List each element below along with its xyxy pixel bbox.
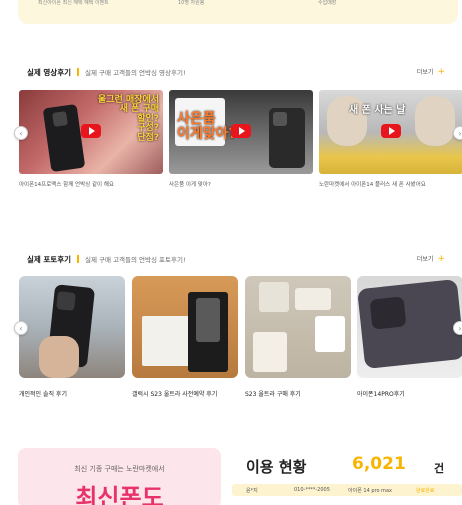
plus-icon: + [437, 253, 445, 264]
video-overlay-text: 사은품 이게맞아? [177, 111, 237, 142]
stats-title: 이용 현황 [246, 458, 307, 476]
camera-image [273, 112, 287, 126]
camera-image [369, 296, 407, 330]
video-section-title: 실제 영상후기 [27, 67, 72, 77]
stats-count: 6,021 [352, 454, 406, 474]
photo-card[interactable] [357, 276, 462, 378]
title-divider [77, 68, 80, 76]
more-label: 더보기 [416, 69, 434, 76]
carousel-next-icon[interactable]: › [453, 321, 462, 335]
stats-unit: 건 [434, 462, 445, 475]
photo-section-header: 실제 포토후기 실제 구매 고객들의 언박싱 포토후기! [27, 253, 186, 265]
promo-subtitle: 최신 기종 구매는 노란마켓에서 [74, 465, 165, 473]
box-image [253, 332, 287, 372]
photo-caption[interactable]: 아이폰14PRO후기 [357, 389, 405, 398]
play-icon[interactable] [381, 124, 401, 138]
more-label: 더보기 [416, 256, 434, 263]
promo-headline: 최신폰도 [75, 484, 164, 505]
stats-row-status: 완료완료 [416, 488, 435, 494]
photo-card[interactable] [19, 276, 125, 378]
box-image [315, 316, 345, 352]
photo-card[interactable] [132, 276, 238, 378]
hand-image [327, 96, 367, 146]
stats-row: 윤*지 010-****-2005 아이폰 14 pro max 완료완료 [232, 484, 462, 496]
photo-section-title: 실제 포토후기 [27, 254, 72, 264]
hand-image [39, 336, 79, 378]
video-card[interactable]: 울그런 매장에서 새 폰 구매 할인? 구성? 단점? [19, 90, 163, 174]
banner-text-2: 10명 자원봉 [178, 0, 205, 6]
phone-image [196, 298, 220, 342]
hand-image [415, 96, 455, 146]
video-section-subtitle: 실제 구매 고객들의 언박싱 영상후기! [85, 69, 186, 77]
camera-image [56, 291, 76, 311]
play-icon[interactable] [231, 124, 251, 138]
video-overlay-text: 울그런 매장에서 새 폰 구매 할인? 구성? 단점? [97, 95, 159, 143]
stats-row-model: 아이폰 14 pro max [348, 488, 393, 494]
plus-icon: + [437, 66, 445, 77]
photo-caption[interactable]: S23 울트라 구매 후기 [245, 389, 301, 398]
play-icon[interactable] [81, 124, 101, 138]
video-caption[interactable]: 아이폰14프로맥스 함께 언박싱 같이 해요 [19, 180, 114, 188]
top-banner: 최신아이폰 최신 혜택 혜택 이벤트 10명 자원봉 수입매장 [18, 0, 458, 24]
video-more-link[interactable]: 더보기 + [417, 67, 445, 76]
video-overlay-text: 새 폰 사는 날 [349, 105, 406, 116]
video-caption[interactable]: 노란마켓에서 아이폰14 플러스 새 폰 사봤어요 [319, 180, 426, 188]
banner-text-3: 수입매장 [318, 0, 337, 6]
video-caption[interactable]: 사은품 이게 맞아? [169, 180, 211, 188]
video-card[interactable]: 새 폰 사는 날 [319, 90, 462, 174]
photo-card[interactable] [245, 276, 351, 378]
stats-row-phone: 010-****-2005 [294, 487, 330, 493]
video-card[interactable]: 사은품 이게맞아? [169, 90, 313, 174]
box-image [295, 288, 331, 310]
photo-section-subtitle: 실제 구매 고객들의 언박싱 포토후기! [85, 256, 186, 264]
card-image [142, 316, 190, 366]
photo-caption[interactable]: 갤럭시 S23 울트라 사전예약 후기 [132, 389, 217, 398]
photo-more-link[interactable]: 더보기 + [417, 254, 445, 263]
camera-image [52, 111, 68, 127]
video-section-header: 실제 영상후기 실제 구매 고객들의 언박싱 영상후기! [27, 66, 186, 78]
carousel-next-icon[interactable]: › [453, 126, 462, 140]
carousel-prev-icon[interactable]: ‹ [14, 126, 28, 140]
banner-text-1: 최신아이폰 최신 혜택 혜택 이벤트 [38, 0, 109, 6]
carousel-prev-icon[interactable]: ‹ [14, 321, 28, 335]
box-image [259, 282, 289, 312]
promo-banner[interactable]: 최신 기종 구매는 노란마켓에서 최신폰도 [18, 448, 221, 505]
title-divider [77, 255, 80, 263]
photo-caption[interactable]: 개인적인 솔직 후기 [19, 389, 67, 398]
stats-row-name: 윤*지 [246, 488, 258, 494]
usage-stats: 이용 현황 6,021 건 윤*지 010-****-2005 아이폰 14 p… [232, 448, 462, 505]
